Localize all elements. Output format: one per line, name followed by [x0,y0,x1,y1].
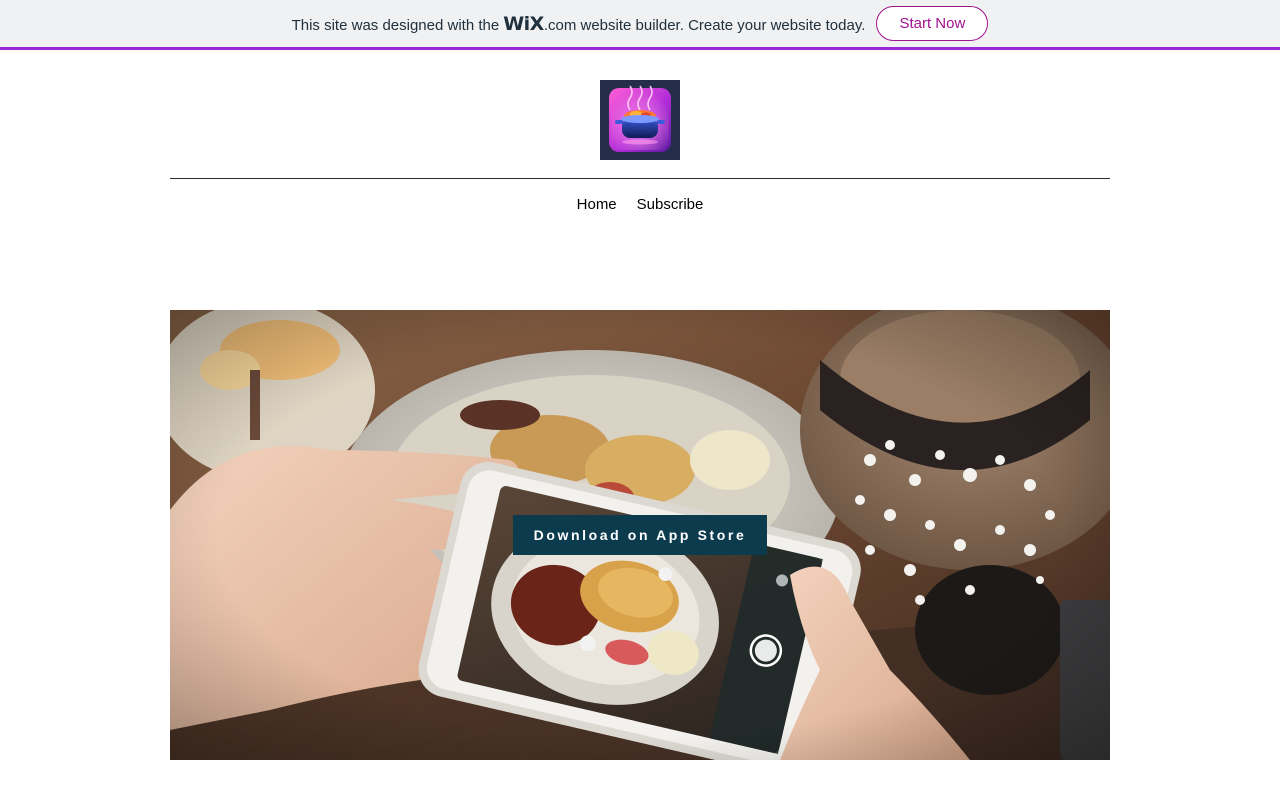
site-logo[interactable] [600,80,680,160]
download-app-store-button[interactable]: Download on App Store [513,515,767,555]
wix-banner-message: This site was designed with the WiX .com … [292,13,870,35]
cooking-pot-icon [600,80,680,160]
nav-item-subscribe[interactable]: Subscribe [637,195,704,215]
hero-section: Download on App Store [170,310,1110,760]
header-divider [170,178,1110,179]
site-nav: Home Subscribe [170,195,1110,215]
nav-item-home[interactable]: Home [577,195,617,215]
wix-promo-banner: This site was designed with the WiX .com … [0,0,1280,50]
wix-logo: WiX [503,12,544,35]
banner-text-after: .com website builder. Create your websit… [543,16,866,34]
start-now-button[interactable]: Start Now [876,6,989,41]
banner-text-before: This site was designed with the [291,16,500,34]
